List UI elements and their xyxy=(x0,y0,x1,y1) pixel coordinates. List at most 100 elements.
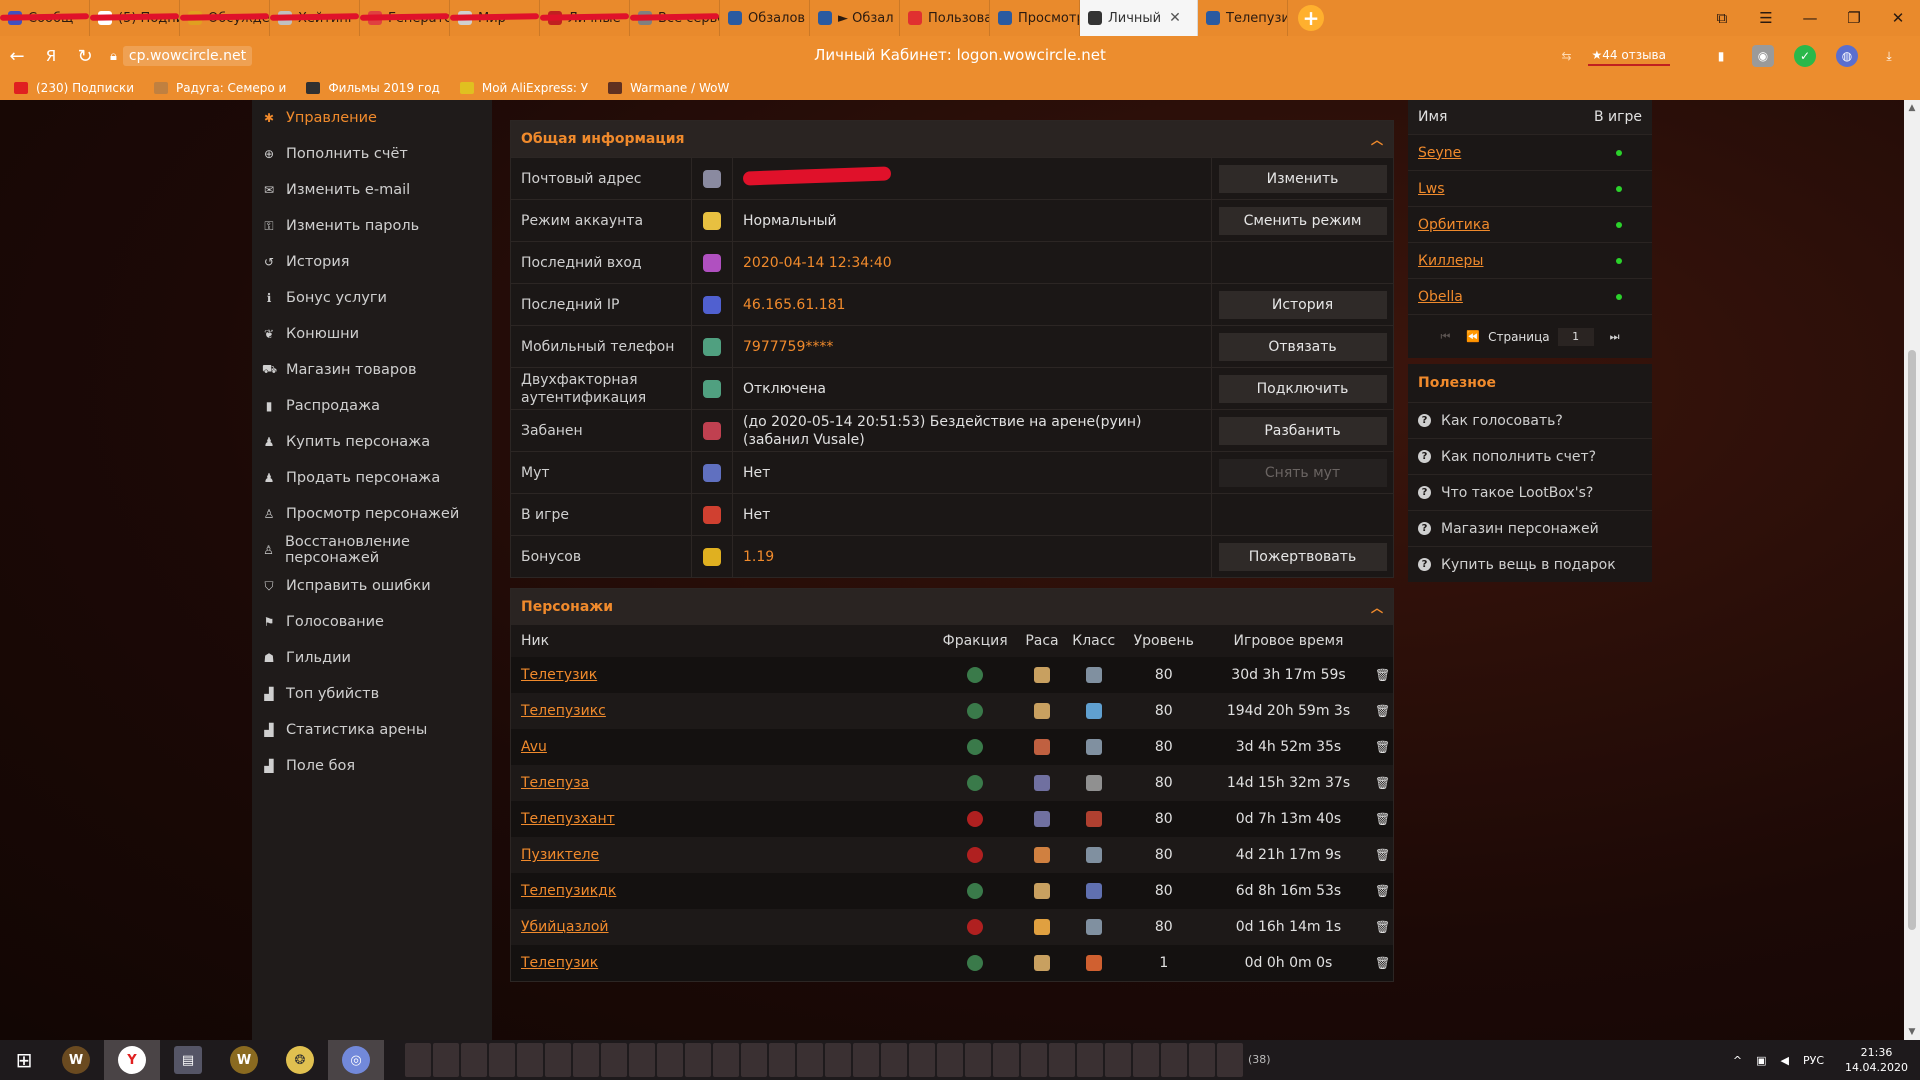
scroll-up-icon[interactable]: ▲ xyxy=(1904,100,1920,116)
friend-link[interactable]: Киллеры xyxy=(1418,253,1484,269)
useful-link[interactable]: ? Купить вещь в подарок xyxy=(1408,546,1652,582)
scroll-down-icon[interactable]: ▼ xyxy=(1904,1024,1920,1040)
sidebar-item[interactable]: ♙ Просмотр персонажей xyxy=(252,496,492,532)
game-window-thumb[interactable] xyxy=(825,1043,851,1077)
sidebar-item[interactable]: ℹ Бонус услуги xyxy=(252,280,492,316)
game-window-thumb[interactable] xyxy=(937,1043,963,1077)
language-indicator[interactable]: РУС xyxy=(1803,1054,1824,1067)
game-window-thumb[interactable] xyxy=(461,1043,487,1077)
sidebar-item[interactable]: ▟ Поле боя xyxy=(252,748,492,784)
info-action-button[interactable]: Отвязать xyxy=(1218,332,1387,361)
bookmark-item[interactable]: Warmane / WoW xyxy=(608,81,729,95)
browser-tab[interactable]: Все сервера xyxy=(630,0,720,36)
network-icon[interactable]: ▣ xyxy=(1756,1054,1766,1067)
game-window-thumb[interactable] xyxy=(1161,1043,1187,1077)
character-link[interactable]: Убийцазлой xyxy=(521,919,609,935)
volume-icon[interactable]: ◀︎ xyxy=(1781,1054,1789,1067)
info-action-button[interactable]: Изменить xyxy=(1218,164,1387,193)
browser-tab[interactable]: Хейтинг xyxy=(270,0,360,36)
game-window-thumb[interactable] xyxy=(489,1043,515,1077)
game-window-thumb[interactable] xyxy=(797,1043,823,1077)
new-tab-button[interactable]: + xyxy=(1298,5,1324,31)
page-input[interactable] xyxy=(1557,327,1594,346)
general-info-header[interactable]: Общая информация ︿ xyxy=(511,121,1393,157)
sidebar-item[interactable]: ⚑ Голосование xyxy=(252,604,492,640)
downloads-icon[interactable]: ⤓ xyxy=(1878,45,1900,67)
trash-icon[interactable]: 🗑︎ xyxy=(1375,848,1390,862)
extension-icon[interactable]: ◉ xyxy=(1752,45,1774,67)
character-link[interactable]: Телепузхант xyxy=(521,811,615,827)
sidebar-item[interactable]: ☗ Гильдии xyxy=(252,640,492,676)
translate-icon[interactable]: ⇆ xyxy=(1556,45,1578,67)
adblock-check-icon[interactable]: ✓ xyxy=(1794,45,1816,67)
useful-link[interactable]: ? Как голосовать? xyxy=(1408,402,1652,438)
character-link[interactable]: Avu xyxy=(521,739,547,755)
first-page-icon[interactable]: ⏮ xyxy=(1440,330,1450,344)
terminal-app-icon[interactable]: ▤ xyxy=(160,1040,216,1080)
browser-tab[interactable]: Сообщ xyxy=(0,0,90,36)
trash-icon[interactable]: 🗑︎ xyxy=(1375,884,1390,898)
game-window-thumb[interactable] xyxy=(657,1043,683,1077)
game-window-thumb[interactable] xyxy=(685,1043,711,1077)
browser-tab[interactable]: Телепузик xyxy=(1198,0,1288,36)
friend-link[interactable]: Орбитика xyxy=(1418,217,1490,233)
game-window-thumb[interactable] xyxy=(965,1043,991,1077)
game-window-thumb[interactable] xyxy=(993,1043,1019,1077)
bookmark-item[interactable]: (230) Подписки xyxy=(14,81,134,95)
close-window-button[interactable]: ✕ xyxy=(1876,0,1920,36)
game-window-thumb[interactable] xyxy=(573,1043,599,1077)
useful-link[interactable]: ? Как пополнить счет? xyxy=(1408,438,1652,474)
game-window-thumb[interactable] xyxy=(629,1043,655,1077)
game-window-thumb[interactable] xyxy=(545,1043,571,1077)
character-link[interactable]: Телепузикс xyxy=(521,703,606,719)
url-field[interactable]: 🔒︎ cp.wowcircle.net xyxy=(110,46,253,66)
sidebar-item[interactable]: ♙ Восстановление персонажей xyxy=(252,532,492,568)
game-window-thumb[interactable] xyxy=(1189,1043,1215,1077)
character-link[interactable]: Телетузик xyxy=(521,667,597,683)
reviews-badge[interactable]: ★44 отзыва xyxy=(1587,46,1670,66)
friend-link[interactable]: Obella xyxy=(1418,289,1463,305)
character-link[interactable]: Телепуза xyxy=(521,775,589,791)
sidebar-item[interactable]: ⚿ Изменить пароль xyxy=(252,208,492,244)
info-action-button[interactable]: Пожертвовать xyxy=(1218,542,1387,571)
menu-icon[interactable]: ☰ xyxy=(1744,0,1788,36)
trash-icon[interactable]: 🗑︎ xyxy=(1375,812,1390,826)
game-window-thumb[interactable] xyxy=(1077,1043,1103,1077)
sidebar-item[interactable]: ▟ Статистика арены xyxy=(252,712,492,748)
browser-tab[interactable]: Просмотр xyxy=(990,0,1080,36)
character-link[interactable]: Пузиктеле xyxy=(521,847,599,863)
info-action-button[interactable]: История xyxy=(1218,290,1387,319)
yandex-logo-icon[interactable]: Я xyxy=(34,39,68,73)
game-window-thumb[interactable] xyxy=(853,1043,879,1077)
game-window-thumb[interactable] xyxy=(713,1043,739,1077)
game-window-thumb[interactable] xyxy=(1105,1043,1131,1077)
game-window-thumb[interactable] xyxy=(601,1043,627,1077)
sidebar-item[interactable]: ⊕ Пополнить счёт xyxy=(252,136,492,172)
chevron-up-icon[interactable]: ︿ xyxy=(1371,131,1383,148)
character-link[interactable]: Телепузикдк xyxy=(521,883,616,899)
bookmark-item[interactable]: Фильмы 2019 год xyxy=(306,81,440,95)
sidebar-item[interactable]: ❦ Конюшни xyxy=(252,316,492,352)
browser-tab[interactable]: (5) Подпис xyxy=(90,0,180,36)
bookmark-item[interactable]: Радуга: Семеро и xyxy=(154,81,286,95)
discord-app-icon[interactable]: ◎ xyxy=(328,1040,384,1080)
character-link[interactable]: Телепузик xyxy=(521,955,598,971)
friend-link[interactable]: Lws xyxy=(1418,181,1445,197)
sidebar-item[interactable]: ↺ История xyxy=(252,244,492,280)
vpn-icon[interactable]: ◍ xyxy=(1836,45,1858,67)
game-window-thumb[interactable] xyxy=(741,1043,767,1077)
trash-icon[interactable]: 🗑︎ xyxy=(1375,740,1390,754)
trash-icon[interactable]: 🗑︎ xyxy=(1375,704,1390,718)
tray-expand-icon[interactable]: ^ xyxy=(1733,1054,1742,1067)
maximize-button[interactable]: ❐ xyxy=(1832,0,1876,36)
page-scrollbar[interactable]: ▲ ▼ xyxy=(1904,100,1920,1040)
browser-tab[interactable]: Личный ✕ xyxy=(1080,0,1198,36)
bookmarks-panel-icon[interactable]: ⧉ xyxy=(1700,0,1744,36)
game-window-thumb[interactable] xyxy=(769,1043,795,1077)
sidebar-item[interactable]: ✱ Управление xyxy=(252,100,492,136)
tab-close-icon[interactable]: ✕ xyxy=(1169,10,1181,26)
game-window-thumb[interactable] xyxy=(881,1043,907,1077)
useful-link[interactable]: ? Магазин персонажей xyxy=(1408,510,1652,546)
browser-tab[interactable]: Пользова xyxy=(900,0,990,36)
game-window-thumb[interactable] xyxy=(1049,1043,1075,1077)
